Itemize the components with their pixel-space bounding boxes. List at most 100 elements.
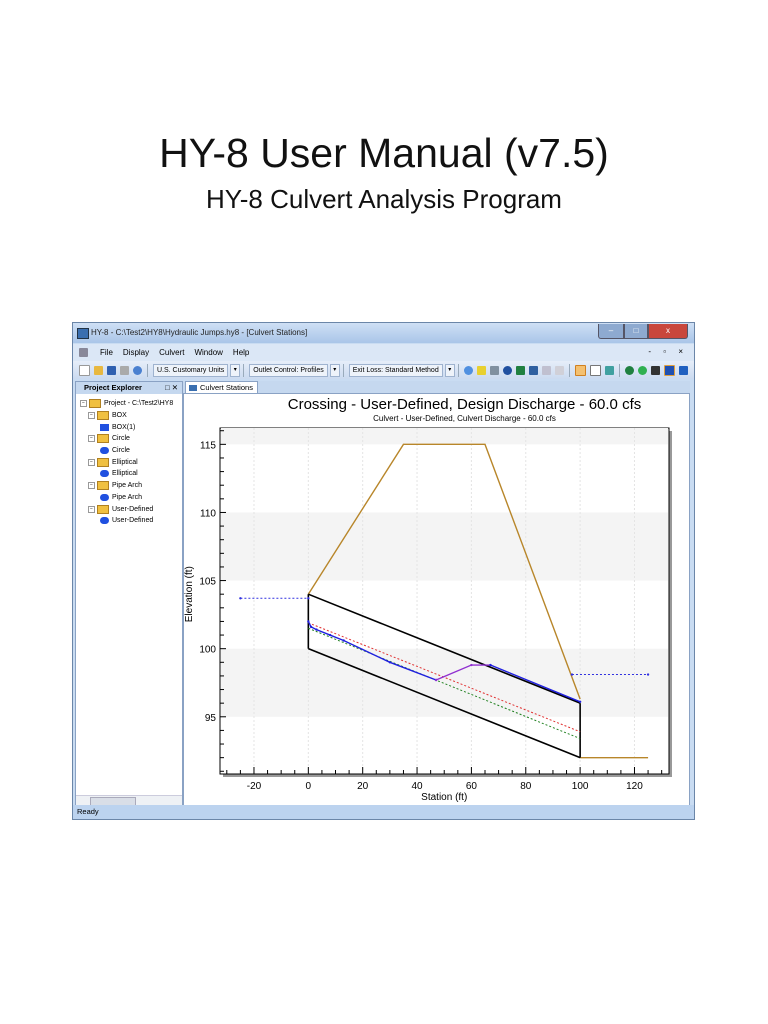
title-bar[interactable]: HY-8 - C:\Test2\HY8\Hydraulic Jumps.hy8 …	[73, 323, 694, 343]
profiles-dropdown[interactable]: Outlet Control: Profiles	[249, 363, 328, 377]
chevron-down-icon[interactable]: ▾	[230, 363, 241, 377]
trash-icon[interactable]	[650, 365, 660, 375]
minimize-button[interactable]: –	[598, 324, 624, 339]
map-icon[interactable]	[515, 365, 525, 375]
menu-display[interactable]: Display	[123, 348, 149, 357]
collapse-icon[interactable]: −	[88, 458, 95, 466]
close-button[interactable]: x	[648, 324, 688, 339]
globe-gear-icon[interactable]	[502, 365, 512, 375]
folder-icon	[89, 399, 101, 409]
y-tick-label: 95	[205, 713, 217, 724]
exit-loss-dropdown[interactable]: Exit Loss: Standard Method	[348, 363, 443, 377]
globe-icon[interactable]	[624, 365, 634, 375]
collapse-icon[interactable]: −	[88, 412, 95, 420]
bottle-icon[interactable]	[489, 365, 499, 375]
culvert-profile-chart[interactable]: Crossing - User-Defined, Design Discharg…	[184, 394, 691, 804]
y-tick-label: 115	[200, 440, 216, 451]
collapse-icon[interactable]: −	[88, 505, 95, 513]
tree-item[interactable]: BOX(1)	[76, 421, 182, 433]
maximize-button[interactable]: □	[624, 324, 648, 339]
document-subtitle: HY-8 Culvert Analysis Program	[206, 184, 562, 214]
y-tick-label: 100	[199, 645, 216, 656]
tree-item-label: Circle	[112, 435, 130, 443]
x-tick-label: 20	[357, 781, 369, 792]
chevron-down-icon[interactable]: ▾	[444, 363, 455, 377]
culvert-icon	[100, 493, 109, 501]
x-tick-label: 60	[466, 781, 478, 792]
tree-item[interactable]: Elliptical	[76, 468, 182, 480]
hydraulic-jump-point	[470, 663, 473, 667]
chart-title: Crossing - User-Defined, Design Discharg…	[288, 396, 641, 413]
culvert-icon	[100, 447, 109, 455]
hy8-window: HY-8 - C:\Test2\HY8\Hydraulic Jumps.hy8 …	[72, 322, 695, 820]
collapse-icon[interactable]: −	[80, 400, 87, 408]
profile-view-icon[interactable]	[574, 364, 586, 376]
project-tree: − Project - C:\Test2\HY8 − BOX BOX(1) − Circle…	[76, 394, 182, 527]
tree-item[interactable]: Circle	[76, 445, 182, 457]
edit-icon[interactable]	[541, 365, 551, 375]
x-tick-label: -20	[247, 781, 262, 792]
tree-item-label: Project - C:\Test2\HY8	[104, 400, 174, 408]
tab-label: Culvert Stations	[200, 383, 253, 392]
mdi-controls[interactable]: - ▫ ×	[648, 347, 688, 356]
tree-item[interactable]: − Project - C:\Test2\HY8	[76, 398, 182, 410]
tree-item[interactable]: − Pipe Arch	[76, 480, 182, 492]
print-icon[interactable]	[120, 365, 129, 375]
chevron-down-icon[interactable]: ▾	[329, 363, 340, 377]
chart-subtitle: Culvert - User-Defined, Culvert Discharg…	[373, 414, 556, 423]
band	[221, 648, 668, 717]
tree-item[interactable]: Pipe Arch	[76, 492, 182, 504]
cascade-icon[interactable]	[678, 365, 688, 375]
app-icon	[77, 328, 89, 339]
section-view-icon[interactable]	[589, 364, 601, 376]
window-title: HY-8 - C:\Test2\HY8\Hydraulic Jumps.hy8 …	[91, 328, 308, 337]
window-icon[interactable]	[663, 364, 675, 376]
tree-item[interactable]: − Circle	[76, 433, 182, 445]
save-icon[interactable]	[107, 365, 116, 375]
tree-item-label: Pipe Arch	[112, 482, 142, 490]
tree-item[interactable]: − BOX	[76, 410, 182, 422]
tree-item[interactable]: User-Defined	[76, 515, 182, 527]
collapse-icon[interactable]: −	[88, 482, 95, 490]
report-icon[interactable]	[554, 365, 564, 375]
menu-help[interactable]: Help	[233, 348, 249, 357]
menu-file[interactable]: File	[100, 348, 113, 357]
explorer-title: Project Explorer	[84, 383, 142, 392]
folder-icon	[97, 411, 109, 421]
units-dropdown[interactable]: U.S. Customary Units	[153, 363, 229, 377]
help-icon[interactable]	[133, 365, 142, 375]
menu-culvert[interactable]: Culvert	[159, 348, 184, 357]
x-tick-label: 100	[572, 781, 589, 792]
folder-icon	[97, 481, 109, 491]
folder-icon	[97, 457, 109, 467]
refresh-icon[interactable]	[637, 365, 647, 375]
table-icon[interactable]	[476, 365, 486, 375]
water-surface-downstream-point	[578, 700, 582, 704]
status-bar: Ready	[73, 805, 694, 819]
tree-item-label: Elliptical	[112, 458, 138, 466]
open-icon[interactable]	[94, 365, 103, 375]
x-tick-label: 40	[411, 781, 423, 792]
water-surface-upstream-point	[328, 633, 332, 637]
tree-item-label: User-Defined	[112, 517, 154, 525]
tree-item-label: BOX(1)	[112, 423, 136, 431]
water-surface-upstream-point	[309, 625, 313, 629]
menu-window[interactable]: Window	[194, 348, 222, 357]
3d-view-icon[interactable]	[604, 365, 614, 375]
tree-item[interactable]: − Elliptical	[76, 456, 182, 468]
culvert-icon[interactable]	[528, 365, 538, 375]
tree-item[interactable]: − User-Defined	[76, 503, 182, 515]
tree-item-label: Elliptical	[112, 470, 138, 478]
folder-icon	[97, 434, 109, 444]
chart-panel: Crossing - User-Defined, Design Discharg…	[183, 393, 690, 807]
mdi-doc-icon[interactable]	[79, 348, 88, 357]
water-surface-upstream-point	[315, 628, 318, 631]
toolbar: U.S. Customary Units ▾ Outlet Control: Pr…	[73, 361, 694, 379]
x-tick-label: 120	[626, 781, 643, 792]
project-explorer: Project Explorer □ ✕ − Project - C:\Test2\…	[75, 381, 183, 807]
explorer-pin-close[interactable]: □ ✕	[165, 382, 178, 394]
document-title: HY-8 User Manual (v7.5)	[159, 130, 609, 176]
crossing-icon[interactable]	[463, 365, 473, 375]
new-icon[interactable]	[79, 364, 90, 376]
collapse-icon[interactable]: −	[88, 435, 95, 443]
